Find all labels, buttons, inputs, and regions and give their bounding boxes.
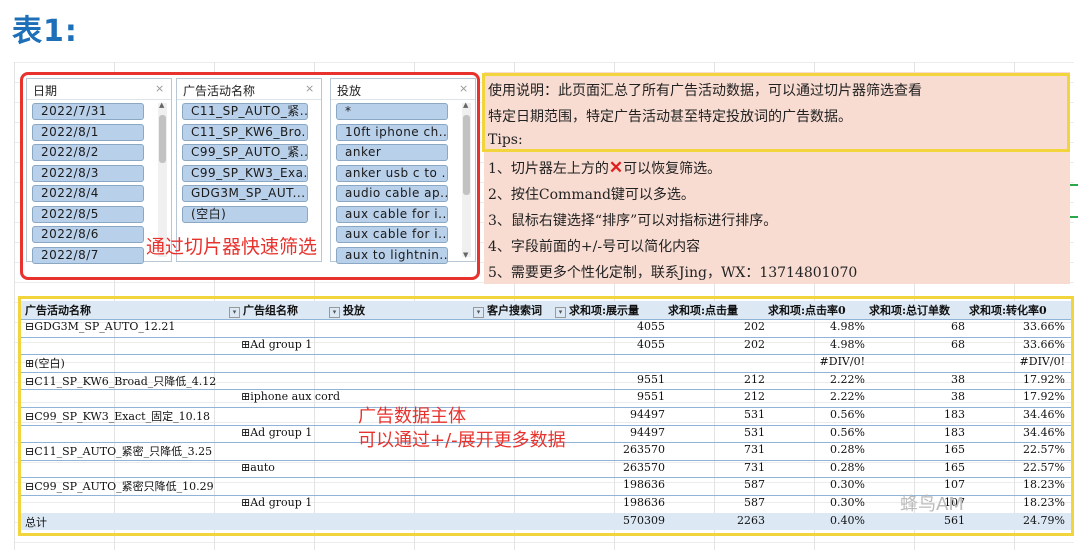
scroll-thumb[interactable] <box>463 115 470 195</box>
slicer-title: 日期 <box>33 84 58 98</box>
slicer-annotation: 通过切片器快速筛选 <box>146 236 318 258</box>
slicer-item[interactable]: aux cable for i... <box>336 226 448 243</box>
slicer-item[interactable]: audio cable ap... <box>336 185 448 202</box>
table-annotation: 广告数据主体 <box>358 406 466 427</box>
watermark: 蜂鸟AM <box>900 494 964 515</box>
tips-heading: Tips: <box>488 132 523 148</box>
slicer-item[interactable]: 2022/8/7 <box>32 246 144 264</box>
slicer-item[interactable]: aux to lightnin... <box>336 246 448 264</box>
slicer-item[interactable]: 2022/8/3 <box>32 164 144 182</box>
tip-item: 5、需要更多个性化定制，联系Jing，WX：13714801070 <box>488 265 858 281</box>
clear-filter-icon[interactable]: ⨯ <box>155 82 167 95</box>
tip-item: 2、按住Command键可以多选。 <box>488 187 695 203</box>
tip-item: 1、切片器左上方的✕可以恢复筛选。 <box>488 158 721 178</box>
slicer-item[interactable]: C99_SP_KW3_Exa... <box>182 164 308 182</box>
slicer-item[interactable]: 2022/8/4 <box>32 185 144 202</box>
close-x-icon: ✕ <box>608 158 624 178</box>
slicer-item[interactable]: anker usb c to ... <box>336 164 448 182</box>
slicer-item[interactable]: 2022/7/31 <box>32 103 144 120</box>
scroll-down-arrow-icon[interactable]: ▼ <box>463 251 468 259</box>
slicer-item[interactable]: C99_SP_AUTO_紧... <box>182 144 308 161</box>
clear-filter-icon[interactable]: ⨯ <box>305 82 317 95</box>
tip-text: 可以恢复筛选。 <box>623 161 722 177</box>
instructions-line: 特定日期范围，特定广告活动甚至特定投放词的广告数据。 <box>488 109 852 125</box>
scroll-thumb[interactable] <box>159 115 166 163</box>
slicer-item[interactable]: 2022/8/5 <box>32 205 144 223</box>
scroll-up-arrow-icon[interactable]: ▲ <box>463 101 468 109</box>
slicer-item[interactable]: * <box>336 103 448 120</box>
slicer-targeting[interactable]: 投放 ⨯ * 10ft iphone ch... anker anker usb… <box>330 78 476 264</box>
instructions-line: 使用说明：此页面汇总了所有广告活动数据，可以通过切片器筛选查看 <box>488 83 922 99</box>
clear-filter-icon[interactable]: ⨯ <box>459 82 471 95</box>
slicer-item[interactable]: 10ft iphone ch... <box>336 123 448 141</box>
table-annotation: 可以通过+/-展开更多数据 <box>358 430 566 451</box>
slicer-item[interactable]: GDG3M_SP_AUT... <box>182 185 308 202</box>
slicer-item[interactable]: 2022/8/1 <box>32 123 144 141</box>
slicer-item[interactable]: aux cable for i... <box>336 205 448 223</box>
tip-item: 3、鼠标右键选择“排序”可以对指标进行排序。 <box>488 213 778 229</box>
page-heading: 表1: <box>12 14 78 49</box>
slicer-item[interactable]: 2022/8/6 <box>32 226 144 243</box>
scrollbar[interactable]: ▲ ▼ <box>462 101 471 259</box>
tip-text: 1、切片器左上方的 <box>488 161 609 177</box>
slicer-item[interactable]: anker <box>336 144 448 161</box>
slicer-title: 投放 <box>337 84 362 98</box>
scroll-up-arrow-icon[interactable]: ▲ <box>159 101 164 109</box>
slicer-item[interactable]: 2022/8/2 <box>32 144 144 161</box>
slicer-item[interactable]: C11_SP_AUTO_紧... <box>182 103 308 120</box>
slicer-item[interactable]: (空白) <box>182 205 308 223</box>
divider <box>331 99 475 100</box>
slicer-title: 广告活动名称 <box>183 84 256 98</box>
divider <box>27 99 171 100</box>
tip-item: 4、字段前面的+/-号可以简化内容 <box>488 239 701 255</box>
divider <box>177 99 321 100</box>
slicer-item[interactable]: C11_SP_KW6_Bro... <box>182 123 308 141</box>
